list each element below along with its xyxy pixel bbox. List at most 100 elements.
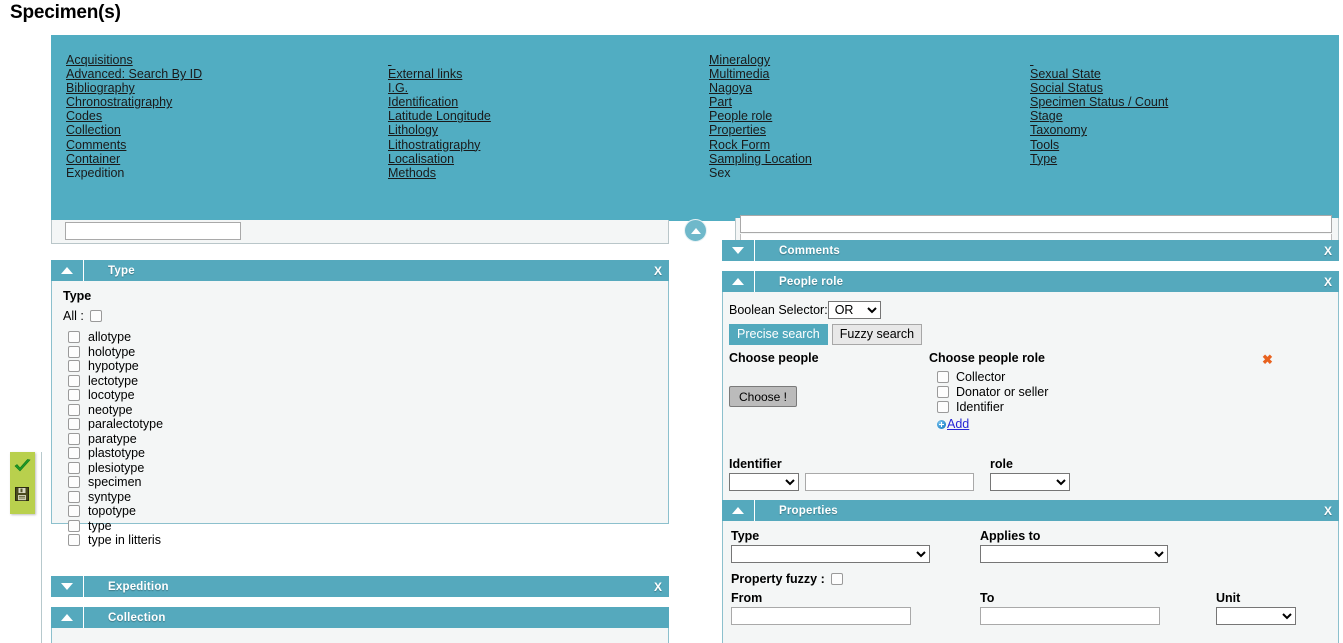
type-checkbox-paratype[interactable]	[68, 433, 80, 445]
nav-link-lithology[interactable]: Lithology	[388, 123, 708, 137]
properties-unit-select[interactable]	[1216, 607, 1296, 625]
nav-link-sexual-state[interactable]: Sexual State	[1030, 67, 1330, 81]
peek-right-input[interactable]	[740, 215, 1332, 233]
type-checkbox-locotype[interactable]	[68, 389, 80, 401]
panel-collection-header[interactable]: Collection	[51, 607, 669, 628]
nav-link-specimen-status-count[interactable]: Specimen Status / Count	[1030, 95, 1330, 109]
nav-link-social-status[interactable]: Social Status	[1030, 81, 1330, 95]
nav-link-advanced-search-by-id[interactable]: Advanced: Search By ID	[66, 67, 386, 81]
type-checkbox-plesiotype[interactable]	[68, 462, 80, 474]
properties-from-input[interactable]	[731, 607, 911, 625]
nav-link-chronostratigraphy[interactable]: Chronostratigraphy	[66, 95, 386, 109]
type-option-row[interactable]: hypotype	[68, 359, 668, 374]
nav-link-localisation[interactable]: Localisation	[388, 152, 708, 166]
panel-collection-collapse-toggle[interactable]	[51, 607, 84, 628]
nav-link-lithostratigraphy[interactable]: Lithostratigraphy	[388, 138, 708, 152]
nav-link-latitude-longitude[interactable]: Latitude Longitude	[388, 109, 708, 123]
people-role-checkbox-identifier[interactable]	[937, 401, 949, 413]
type-option-row[interactable]: neotype	[68, 403, 668, 418]
people-role-option-row[interactable]: Collector	[937, 370, 1229, 385]
identifier-select[interactable]	[729, 473, 799, 491]
panel-type-header[interactable]: Type X	[51, 260, 669, 281]
panel-comments-close-icon[interactable]: X	[1324, 244, 1332, 258]
nav-link-container[interactable]: Container	[66, 152, 386, 166]
peek-left-input[interactable]	[65, 222, 241, 240]
nav-link-properties[interactable]: Properties	[709, 123, 1029, 137]
nav-link-i-g[interactable]: I.G.	[388, 81, 708, 95]
panel-type-close-icon[interactable]: X	[654, 264, 662, 278]
type-option-row[interactable]: plesiotype	[68, 461, 668, 476]
nav-link-collection[interactable]: Collection	[66, 123, 386, 137]
type-all-checkbox[interactable]	[90, 310, 102, 322]
identifier-text-input[interactable]	[805, 473, 974, 491]
type-option-row[interactable]: topotype	[68, 504, 668, 519]
nav-link-stub[interactable]	[1030, 53, 1052, 67]
type-checkbox-hypotype[interactable]	[68, 360, 80, 372]
properties-type-select[interactable]	[731, 545, 930, 563]
properties-to-input[interactable]	[980, 607, 1160, 625]
type-checkbox-allotype[interactable]	[68, 331, 80, 343]
panel-properties-close-icon[interactable]: X	[1324, 504, 1332, 518]
people-role-option-row[interactable]: Identifier	[937, 400, 1229, 415]
type-checkbox-neotype[interactable]	[68, 404, 80, 416]
panel-people-role-close-icon[interactable]: X	[1324, 275, 1332, 289]
panel-type-collapse-toggle[interactable]	[51, 260, 84, 281]
type-option-row[interactable]: type in litteris	[68, 533, 668, 548]
delete-people-role-icon[interactable]: ✖	[1262, 353, 1273, 366]
panel-comments-expand-toggle[interactable]	[722, 240, 755, 261]
type-checkbox-type[interactable]	[68, 520, 80, 532]
choose-people-button[interactable]: Choose !	[729, 386, 797, 407]
nav-link-codes[interactable]: Codes	[66, 109, 386, 123]
search-tab-precise-search[interactable]: Precise search	[729, 324, 828, 345]
floating-action-tab[interactable]	[10, 452, 35, 514]
type-checkbox-topotype[interactable]	[68, 505, 80, 517]
nav-link-methods[interactable]: Methods	[388, 166, 708, 180]
type-option-row[interactable]: locotype	[68, 388, 668, 403]
nav-link-people-role[interactable]: People role	[709, 109, 1029, 123]
panel-expedition-header[interactable]: Expedition X	[51, 576, 669, 597]
nav-link-sampling-location[interactable]: Sampling Location	[709, 152, 1029, 166]
nav-link-type[interactable]: Type	[1030, 152, 1330, 166]
type-option-row[interactable]: specimen	[68, 475, 668, 490]
checkmark-icon[interactable]	[14, 459, 31, 474]
nav-link-external-links[interactable]: External links	[388, 67, 708, 81]
nav-link-identification[interactable]: Identification	[388, 95, 708, 109]
type-option-row[interactable]: allotype	[68, 330, 668, 345]
type-checkbox-holotype[interactable]	[68, 346, 80, 358]
property-fuzzy-checkbox[interactable]	[831, 573, 843, 585]
nav-link-multimedia[interactable]: Multimedia	[709, 67, 1029, 81]
nav-link-comments[interactable]: Comments	[66, 138, 386, 152]
panel-expedition-close-icon[interactable]: X	[654, 580, 662, 594]
type-option-row[interactable]: holotype	[68, 345, 668, 360]
save-floppy-icon[interactable]	[15, 487, 29, 501]
nav-link-stub[interactable]	[388, 53, 436, 67]
nav-link-part[interactable]: Part	[709, 95, 1029, 109]
type-checkbox-syntype[interactable]	[68, 491, 80, 503]
people-role-checkbox-collector[interactable]	[937, 371, 949, 383]
type-option-row[interactable]: paralectotype	[68, 417, 668, 432]
type-checkbox-paralectotype[interactable]	[68, 418, 80, 430]
properties-applies-to-select[interactable]	[980, 545, 1168, 563]
type-option-row[interactable]: plastotype	[68, 446, 668, 461]
panel-people-role-header[interactable]: People role X	[722, 271, 1339, 292]
type-option-row[interactable]: type	[68, 519, 668, 534]
nav-link-mineralogy[interactable]: Mineralogy	[709, 53, 1029, 67]
type-option-row[interactable]: paratype	[68, 432, 668, 447]
nav-link-acquisitions[interactable]: Acquisitions	[66, 53, 386, 67]
panel-comments-header[interactable]: Comments X	[722, 240, 1339, 261]
nav-link-tools[interactable]: Tools	[1030, 138, 1330, 152]
role-select[interactable]	[990, 473, 1070, 491]
search-tab-fuzzy-search[interactable]: Fuzzy search	[832, 324, 922, 345]
add-people-role-row[interactable]: Add	[937, 417, 1229, 431]
type-option-row[interactable]: lectotype	[68, 374, 668, 389]
boolean-selector-dropdown[interactable]: ORAND	[828, 301, 881, 319]
panel-properties-header[interactable]: Properties X	[722, 500, 1339, 521]
nav-link-nagoya[interactable]: Nagoya	[709, 81, 1029, 95]
panel-properties-collapse-toggle[interactable]	[722, 500, 755, 521]
scroll-to-top-button[interactable]	[684, 219, 707, 242]
type-checkbox-lectotype[interactable]	[68, 375, 80, 387]
panel-people-role-collapse-toggle[interactable]	[722, 271, 755, 292]
panel-expedition-expand-toggle[interactable]	[51, 576, 84, 597]
people-role-option-row[interactable]: Donator or seller	[937, 385, 1229, 400]
nav-link-rock-form[interactable]: Rock Form	[709, 138, 1029, 152]
